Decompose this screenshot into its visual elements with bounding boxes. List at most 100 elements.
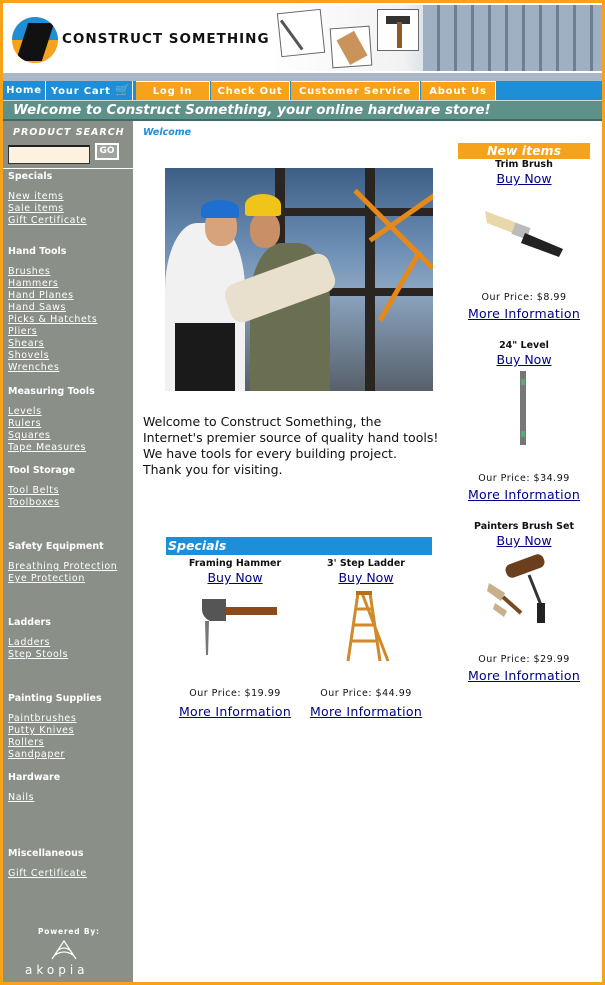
category-title: Measuring Tools (8, 386, 95, 397)
sidebar-link[interactable]: Tool Belts (8, 485, 59, 496)
sidebar-link[interactable]: Breathing Protection (8, 561, 117, 572)
nav-login[interactable]: Log In (136, 81, 210, 100)
saw-icon (329, 25, 373, 69)
buy-now-link[interactable]: Buy Now (458, 352, 590, 367)
category-title: Hand Tools (8, 246, 67, 257)
logo-icon (12, 17, 58, 63)
sidebar-link[interactable]: Step Stools (8, 649, 68, 660)
sidebar-link[interactable]: Hand Saws (8, 302, 66, 313)
powered-by-label: Powered By: (38, 927, 100, 936)
sidebar-link[interactable]: Hammers (8, 278, 58, 289)
brush-icon (485, 211, 563, 257)
welcome-line: Welcome to Construct Something, the (143, 414, 382, 429)
product-price: Our Price: $19.99 (189, 688, 281, 699)
welcome-banner-text: Welcome to Construct Something, your onl… (13, 102, 491, 118)
sidebar: PRODUCT SEARCH GO Specials New items Sale … (3, 121, 133, 982)
sidebar-link[interactable]: Tape Measures (8, 442, 86, 453)
product-price: Our Price: $8.99 (481, 292, 567, 303)
divider (3, 168, 133, 169)
sidebar-link[interactable]: Rulers (8, 418, 41, 429)
sidebar-link[interactable]: Ladders (8, 637, 50, 648)
sidebar-link[interactable]: Eye Protection (8, 573, 85, 584)
search-input[interactable] (8, 145, 90, 164)
welcome-banner: Welcome to Construct Something, your onl… (3, 100, 602, 121)
nav-cart[interactable]: Your Cart 🛒 (47, 81, 133, 100)
page-title: Welcome (143, 127, 192, 138)
welcome-line: Internet's premier source of quality han… (143, 430, 439, 445)
more-information-link[interactable]: More Information (165, 704, 305, 719)
welcome-message: Welcome to Construct Something, the Inte… (143, 414, 463, 478)
sidebar-link[interactable]: Squares (8, 430, 51, 441)
product-name: 24" Level (499, 340, 549, 351)
more-information-link[interactable]: More Information (458, 487, 590, 502)
more-information-link[interactable]: More Information (458, 668, 590, 683)
category-title: Miscellaneous (8, 848, 84, 859)
brush-set-icon (487, 554, 545, 623)
product-price: Our Price: $44.99 (320, 688, 412, 699)
buy-now-link[interactable]: Buy Now (296, 570, 436, 585)
welcome-line: We have tools for every building project… (143, 446, 397, 461)
main-nav: Home Your Cart 🛒 Log In Check Out Custom… (3, 81, 602, 100)
product-name: Framing Hammer (188, 558, 282, 569)
sidebar-link[interactable]: Pliers (8, 326, 37, 337)
new-items-title: New items (486, 143, 562, 158)
category-title: Safety Equipment (8, 541, 104, 552)
sidebar-link[interactable]: Brushes (8, 266, 50, 277)
new-items-header: New items (458, 143, 590, 159)
nav-about-us[interactable]: About Us (421, 81, 496, 100)
akopia-logo-icon (51, 939, 77, 960)
welcome-line: Thank you for visiting. (143, 462, 283, 477)
ladder-icon (346, 591, 390, 662)
product-search-label: PRODUCT SEARCH (13, 127, 125, 138)
category-title: Painting Supplies (8, 693, 102, 704)
specials-title: Specials (168, 538, 227, 553)
category-title: Ladders (8, 617, 51, 628)
sidebar-link[interactable]: Shears (8, 338, 44, 349)
sidebar-link[interactable]: Sale items (8, 203, 64, 214)
header: CONSTRUCT SOMETHING (3, 3, 602, 73)
more-information-link[interactable]: More Information (458, 306, 590, 321)
hero-construction-photo (165, 168, 433, 391)
akopia-logo-text: akopia (25, 963, 89, 977)
level-icon (520, 371, 526, 445)
sidebar-link[interactable]: Levels (8, 406, 42, 417)
sidebar-link[interactable]: Hand Planes (8, 290, 74, 301)
buy-now-link[interactable]: Buy Now (458, 533, 590, 548)
brand-name: CONSTRUCT SOMETHING (62, 31, 270, 47)
search-go-button[interactable]: GO (95, 143, 119, 160)
nav-home[interactable]: Home (3, 81, 46, 100)
pliers-icon (276, 8, 326, 58)
sidebar-link[interactable]: Nails (8, 792, 34, 803)
sidebar-link[interactable]: Rollers (8, 737, 44, 748)
sidebar-link[interactable]: Gift Certificate (8, 215, 87, 226)
sidebar-link[interactable]: Toolboxes (8, 497, 60, 508)
main-content: Welcome Welcome to Construct Something, … (133, 121, 602, 982)
cart-icon: 🛒 (115, 83, 131, 97)
sidebar-link[interactable]: Shovels (8, 350, 49, 361)
sidebar-link[interactable]: Gift Certificate (8, 868, 87, 879)
buy-now-link[interactable]: Buy Now (165, 570, 305, 585)
sidebar-link[interactable]: Putty Knives (8, 725, 74, 736)
page-frame: CONSTRUCT SOMETHING Home Your Cart 🛒 Log… (0, 0, 605, 985)
nav-divider (3, 73, 602, 81)
hammer-icon (202, 599, 277, 655)
nav-cart-label: Your Cart (51, 86, 111, 97)
sidebar-link[interactable]: New items (8, 191, 64, 202)
nav-checkout[interactable]: Check Out (211, 81, 290, 100)
sidebar-link[interactable]: Paintbrushes (8, 713, 76, 724)
more-information-link[interactable]: More Information (296, 704, 436, 719)
category-title: Specials (8, 171, 53, 182)
sidebar-link[interactable]: Picks & Hatchets (8, 314, 97, 325)
product-price: Our Price: $29.99 (478, 654, 570, 665)
buy-now-link[interactable]: Buy Now (458, 171, 590, 186)
sidebar-link[interactable]: Wrenches (8, 362, 59, 373)
specials-header: Specials (166, 537, 432, 555)
category-title: Tool Storage (8, 465, 76, 476)
product-name: 3' Step Ladder (327, 558, 405, 569)
sidebar-link[interactable]: Sandpaper (8, 749, 65, 760)
category-title: Hardware (8, 772, 61, 783)
hammer-icon (377, 9, 419, 51)
product-price: Our Price: $34.99 (478, 473, 570, 484)
nav-customer-service[interactable]: Customer Service (291, 81, 420, 100)
product-name: Painters Brush Set (473, 521, 574, 532)
